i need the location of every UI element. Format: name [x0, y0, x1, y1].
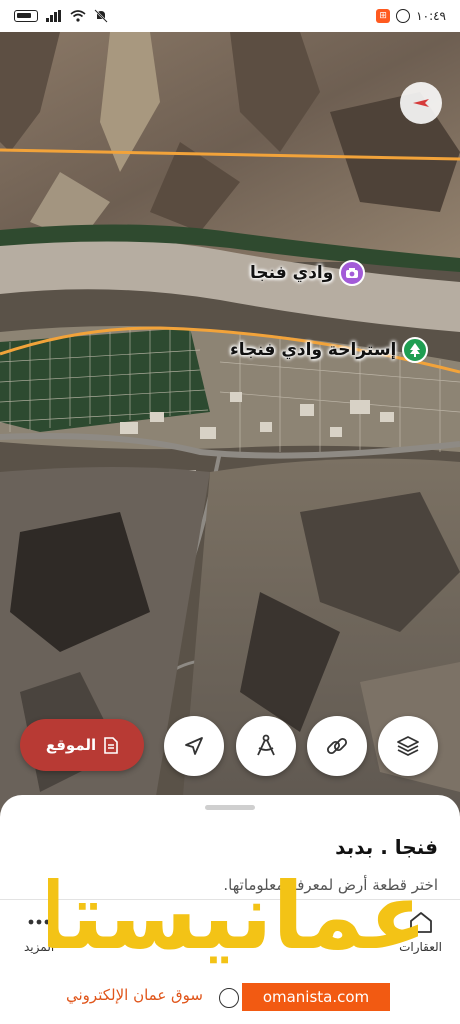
bottom-nav: العقارات المزيد — [0, 900, 460, 970]
link-icon — [326, 737, 348, 755]
poi-label: وادي فنجا — [250, 263, 334, 283]
nav-item-label: المزيد — [24, 940, 55, 954]
measure-icon — [257, 734, 275, 756]
tree-icon — [402, 337, 429, 363]
compass-icon — [413, 99, 429, 107]
status-icons-left — [14, 9, 108, 23]
compass-button[interactable] — [400, 82, 442, 124]
watermark-circle-icon — [219, 988, 239, 1008]
whatsapp-icon — [396, 9, 411, 23]
measure-button[interactable] — [236, 716, 296, 776]
camera-icon — [339, 260, 366, 286]
poi-wadi-fanja[interactable]: وادي فنجا — [250, 260, 366, 286]
area-title: فنجا . بدبد — [335, 835, 438, 859]
layers-icon — [397, 736, 419, 756]
home-icon — [409, 912, 432, 933]
signal-icon — [46, 10, 61, 22]
more-dots-icon — [28, 919, 50, 925]
nav-item-more[interactable]: المزيد — [24, 910, 54, 954]
poi-label: إستراحة وادي فنجاء — [230, 340, 397, 360]
layers-button[interactable] — [378, 716, 438, 776]
location-button-label: الموقع — [45, 736, 97, 754]
watermark-tagline: سوق عمان الإلكتروني — [66, 986, 203, 1004]
watermark-domain: omanista.com — [242, 983, 390, 1011]
status-time: ١٠:٤٩ — [416, 9, 446, 23]
sheet-drag-handle[interactable] — [205, 805, 255, 810]
area-subtitle: اختر قطعة أرض لمعرفة معلوماتها. — [223, 876, 438, 894]
wifi-icon — [70, 10, 86, 22]
poi-fanja-rest-area[interactable]: إستراحة وادي فنجاء — [230, 337, 429, 363]
nav-item-label: العقارات — [399, 940, 442, 954]
document-icon — [104, 736, 118, 754]
mute-icon — [94, 9, 108, 23]
app-notification-icon: ⊞ — [376, 9, 391, 23]
satellite-map[interactable]: وادي فنجا إستراحة وادي فنجاء — [0, 32, 460, 832]
battery-icon — [14, 10, 38, 22]
share-link-button[interactable] — [307, 716, 367, 776]
status-bar: ⊞ ١٠:٤٩ — [0, 0, 460, 32]
satellite-imagery — [0, 32, 460, 832]
my-location-button[interactable] — [164, 716, 224, 776]
status-icons-right: ⊞ ١٠:٤٩ — [376, 9, 446, 23]
location-button[interactable]: الموقع — [20, 719, 144, 771]
navigation-arrow-icon — [185, 737, 203, 755]
nav-item-properties[interactable]: العقارات — [399, 910, 442, 954]
